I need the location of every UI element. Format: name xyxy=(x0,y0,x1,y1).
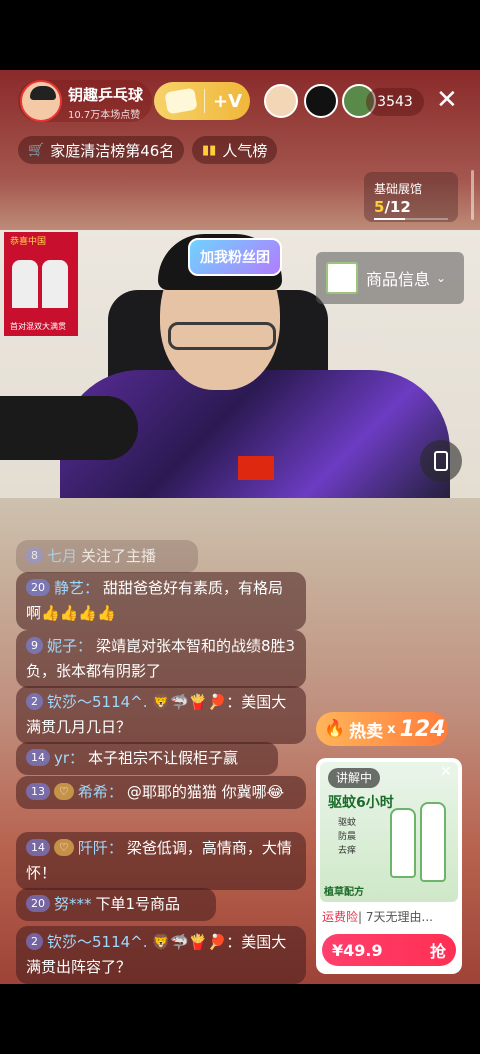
price: ¥49.9 xyxy=(332,940,383,960)
poster-caption: 首对混双大满贯 xyxy=(10,322,66,331)
follow-plus-label: +V xyxy=(213,90,243,112)
avatar[interactable] xyxy=(20,80,62,122)
bottle-image xyxy=(390,808,416,878)
chat-user: 努*** xyxy=(54,895,92,913)
level-badge: 14 xyxy=(26,749,50,766)
chat-message[interactable]: 9 妮子： 梁靖崑对张本智和的战绩8胜3负，张本都有阴影了 xyxy=(16,630,306,688)
freight-insurance-tag: 运费险 xyxy=(322,910,359,924)
join-fan-club-button[interactable]: 加我粉丝团 xyxy=(188,238,282,276)
product-info-label: 商品信息 xyxy=(366,270,431,289)
chat-user: 阡阡： xyxy=(77,839,123,857)
chat-message[interactable]: 20 努*** 下单1号商品 xyxy=(16,888,216,921)
live-video[interactable]: 恭喜中国 首对混双大满贯 加我粉丝团 商品信息 ⌄ xyxy=(0,230,480,498)
flag-patch xyxy=(238,456,274,480)
cart-icon: 🛒 xyxy=(28,142,45,158)
product-bullets: 驱蚊 防晨 去痒 xyxy=(338,816,356,858)
fire-icon: 🔥 xyxy=(324,719,346,739)
close-icon[interactable]: ✕ xyxy=(436,86,458,114)
popularity-rank-button[interactable]: ▮▮ 人气榜 xyxy=(192,136,278,164)
level-badge: 9 xyxy=(26,637,43,654)
level-badge: 8 xyxy=(26,547,43,564)
showcase-progress-text: 5/12 xyxy=(374,198,411,216)
chat-message[interactable]: 14 ♡ 阡阡： 梁爸低调，高情商，大情怀！ xyxy=(16,832,306,890)
scroll-indicator xyxy=(471,170,474,220)
chat-message[interactable]: 14 yr： 本子祖宗不让假柜子赢 xyxy=(16,742,278,775)
rank-label: 人气榜 xyxy=(222,141,268,160)
chat-message[interactable]: 20 静艺： 甜甜爸爸好有素质，有格局啊👍👍👍👍 xyxy=(16,572,306,630)
close-icon[interactable]: ✕ xyxy=(440,764,452,780)
rotate-screen-button[interactable] xyxy=(420,440,462,482)
live-room: 恭喜中国 首对混双大满贯 加我粉丝团 商品信息 ⌄ 钥趣乒乓球 10.7万本场点… xyxy=(0,70,480,984)
product-heading: 驱蚊6小时 xyxy=(328,795,394,811)
showcase-progress-bar xyxy=(374,218,448,220)
product-info-button[interactable]: 商品信息 ⌄ xyxy=(316,252,464,304)
level-badge: 20 xyxy=(26,579,50,596)
buy-button[interactable]: ¥49.9 抢 xyxy=(322,934,456,966)
bottle-image xyxy=(420,802,446,882)
chat-message[interactable]: 2 钦莎～5114^. 🦁🦈🍟🏓：美国大满贯几月几日？ xyxy=(16,686,306,744)
cleaning-rank-button[interactable]: 🛒 家庭清洁榜第46名 xyxy=(18,136,185,164)
level-badge: 14 xyxy=(26,839,50,856)
host-glasses xyxy=(168,322,276,350)
divider xyxy=(204,89,205,113)
showcase-title: 基础展馆 xyxy=(374,182,423,196)
viewer-count[interactable]: 3543 xyxy=(366,88,424,116)
chat-user: yr： xyxy=(54,749,85,767)
wall-poster: 恭喜中国 首对混双大满贯 xyxy=(4,232,78,336)
heart-icon xyxy=(164,87,198,115)
chat-user: 钦莎～5114^. xyxy=(47,693,148,711)
follow-button[interactable]: +V xyxy=(154,82,250,120)
product-description: 运费险| 7天无理由... xyxy=(322,908,433,925)
product-image: 讲解中 驱蚊6小时 驱蚊 防晨 去痒 植草配方 xyxy=(320,762,458,902)
rotate-icon xyxy=(434,451,448,471)
chat-message[interactable]: 8 七月 关注了主播 xyxy=(16,540,198,573)
product-thumbnail xyxy=(326,262,358,294)
likes-count: 10.7万本场点赞 xyxy=(68,110,141,121)
chat-text: @耶耶的猫猫 你冀哪😂 xyxy=(126,783,285,801)
chat-user: 妮子： xyxy=(47,637,93,655)
showcase-total: /12 xyxy=(384,198,411,216)
chat-text: 关注了主播 xyxy=(81,547,157,565)
chat-text: 本子祖宗不让假柜子赢 xyxy=(88,749,239,767)
bullet-item: 防晨 xyxy=(338,832,357,842)
bullet-item: 去痒 xyxy=(338,846,357,856)
bar-chart-icon: ▮▮ xyxy=(202,142,217,158)
level-badge: 2 xyxy=(26,693,43,710)
brand-label: 植草配方 xyxy=(324,887,364,898)
viewer-avatar[interactable] xyxy=(304,84,338,118)
chat-message[interactable]: 2 钦莎～5114^. 🦁🦈🍟🏓：美国大满贯出阵容了？ xyxy=(16,926,306,984)
bullet-item: 驱蚊 xyxy=(338,818,357,828)
poster-figure xyxy=(42,260,68,308)
chat-user: 希希： xyxy=(77,783,123,801)
chat-user: 七月 xyxy=(47,547,78,565)
showcase-widget[interactable]: 基础展馆 5/12 xyxy=(364,172,458,222)
showcase-current: 5 xyxy=(374,198,385,216)
poster-text: 恭喜中国 xyxy=(10,237,47,247)
level-badge: 13 xyxy=(26,783,50,800)
showcase-progress-fill xyxy=(374,218,406,220)
chat-user: 钦莎～5114^. xyxy=(47,933,148,951)
hot-label: 热卖 xyxy=(349,721,384,742)
chat-text: 下单1号商品 xyxy=(95,895,181,913)
hot-sale-badge[interactable]: 🔥 热卖 x 124 xyxy=(316,712,448,746)
chat-user: 静艺： xyxy=(54,579,100,597)
product-card[interactable]: 讲解中 驱蚊6小时 驱蚊 防晨 去痒 植草配方 ✕ 运费险| 7天无理由... … xyxy=(316,758,462,974)
level-badge: 20 xyxy=(26,895,50,912)
host-name: 钥趣乒乓球 xyxy=(68,86,144,104)
microphone xyxy=(0,396,138,460)
fan-badge-icon: ♡ xyxy=(54,839,74,856)
rank-label: 家庭清洁榜第46名 xyxy=(50,141,175,160)
buy-label: 抢 xyxy=(429,942,446,961)
hot-count: 124 xyxy=(399,716,446,742)
return-policy: | 7天无理由... xyxy=(358,910,433,924)
viewer-avatar[interactable] xyxy=(264,84,298,118)
level-badge: 2 xyxy=(26,933,43,950)
fan-badge-icon: ♡ xyxy=(54,783,74,800)
chat-message[interactable]: 13 ♡ 希希： @耶耶的猫猫 你冀哪😂 xyxy=(16,776,306,809)
poster-figure xyxy=(12,260,38,308)
explaining-tag: 讲解中 xyxy=(328,768,381,788)
chevron-down-icon: ⌄ xyxy=(436,271,447,285)
hot-x: x xyxy=(387,721,396,737)
